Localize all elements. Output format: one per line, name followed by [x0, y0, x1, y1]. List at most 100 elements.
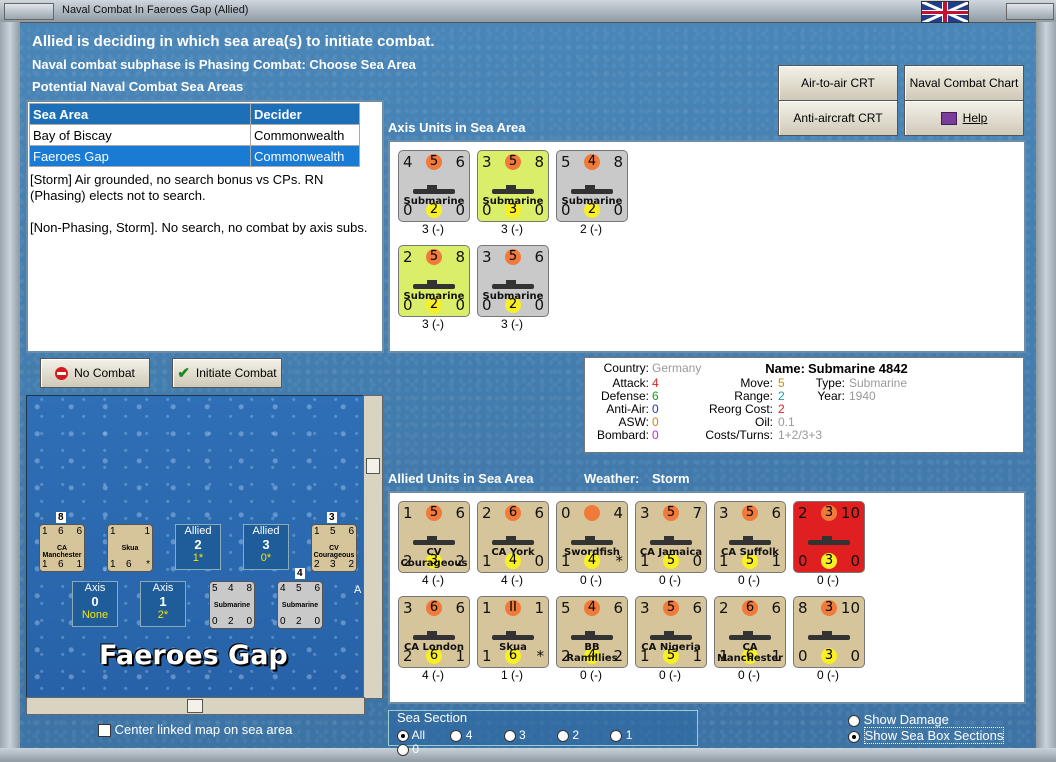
map-horizontal-scrollbar[interactable]: [26, 697, 365, 715]
show-sections-option[interactable]: Show Sea Box Sections: [848, 727, 1005, 744]
center-linked-checkbox[interactable]: [98, 724, 111, 738]
counter-value: 0: [561, 504, 571, 522]
unit-counter[interactable]: 3 8 0 0 5 3 Submarine: [477, 150, 549, 222]
radio-dot[interactable]: [848, 730, 860, 743]
radio-dot[interactable]: [557, 729, 570, 742]
unit-counter[interactable]: 0 4 1 * 4 Swordfish: [556, 501, 628, 573]
center-linked-option[interactable]: Center linked map on sea area: [98, 722, 293, 738]
weather-value: Storm: [652, 471, 690, 486]
axis-box-1[interactable]: Axis 0 None: [72, 581, 118, 627]
radio-dot[interactable]: [450, 729, 463, 742]
sea-map[interactable]: 1 6 6 CA Manchester 1 6 1 1 1 Skua 1 6 * 1 5 6 CV Courag…: [26, 395, 364, 699]
frame-left: [0, 22, 20, 762]
counter-name: CA Manchester: [716, 642, 784, 664]
unit-counter[interactable]: 3 7 1 0 5 5 CA Jamaica: [635, 501, 707, 573]
map-unit-counter[interactable]: 1 1 Skua 1 6 *: [107, 524, 153, 572]
counter-name: CA Suffolk: [721, 547, 779, 558]
axis-box-2[interactable]: Axis 1 2*: [140, 581, 186, 627]
map-unit-value: 4: [228, 583, 234, 594]
map-vertical-scrollbar[interactable]: [363, 395, 383, 699]
no-combat-button[interactable]: No Combat: [40, 358, 150, 388]
map-unit-counter[interactable]: 1 6 6 CA Manchester 1 6 1: [39, 524, 85, 572]
counter-label: 2 (-): [580, 222, 602, 236]
help-button[interactable]: Help: [904, 100, 1024, 136]
radio-dot[interactable]: [848, 714, 860, 727]
potential-areas-label: Potential Naval Combat Sea Areas: [32, 79, 244, 94]
unit-counter[interactable]: 5 8 0 0 4 2 Submarine: [556, 150, 628, 222]
counter-value: 1: [534, 599, 544, 617]
naval-combat-chart-button[interactable]: Naval Combat Chart: [904, 65, 1024, 101]
unit-counter[interactable]: 3 6 2 1 6 6 CA London: [398, 596, 470, 668]
radio-dot[interactable]: [397, 743, 409, 756]
map-unit-value: 6: [58, 526, 64, 537]
stack-count: 4: [295, 568, 305, 579]
radio-4[interactable]: 4: [450, 728, 500, 742]
unit-counter[interactable]: 2 6 1 0 6 4 CA York: [477, 501, 549, 573]
counter-value: 7: [692, 504, 702, 522]
unit-counter[interactable]: 4 6 0 0 5 2 Submarine: [398, 150, 470, 222]
allied-section-title: Allied Units in Sea Area: [388, 471, 534, 486]
counter-name: CA Nigeria: [641, 642, 701, 653]
radio-1[interactable]: 1: [610, 728, 660, 742]
allied-box-2[interactable]: Allied 3 0*: [243, 524, 289, 570]
box-label: Allied: [184, 525, 212, 537]
allied-box-1[interactable]: Allied 2 1*: [175, 524, 221, 570]
axis-section-title: Axis Units in Sea Area: [388, 120, 526, 135]
sea-section-options: All 4 3 2 1 0: [397, 728, 697, 756]
map-unit-counter[interactable]: 1 5 6 CV Courageous 2 3 2: [311, 524, 357, 572]
unit-counter[interactable]: 1 1 1 * II 6 Skua: [477, 596, 549, 668]
ship-silhouette-icon: [413, 280, 455, 289]
map-unit-value: 3: [330, 559, 336, 570]
counter-label: 0 (-): [580, 668, 602, 682]
counter-name: Submarine: [482, 196, 544, 207]
counter-value: 10: [840, 504, 860, 522]
unit-counter[interactable]: 3 6 1 1 5 5 CA Suffolk: [714, 501, 786, 573]
counter-label: 0 (-): [817, 573, 839, 587]
col-sea-area[interactable]: Sea Area: [29, 103, 251, 125]
col-decider[interactable]: Decider: [250, 103, 360, 125]
map-unit-value: 1: [110, 526, 116, 537]
map-unit-counter[interactable]: 4 5 6 Submarine 0 2 0: [277, 581, 323, 629]
unit-counter[interactable]: 3 6 0 0 5 2 Submarine: [477, 245, 549, 317]
show-sections-label: Show Sea Box Sections: [863, 727, 1005, 744]
cell-decider: Commonwealth: [250, 145, 360, 167]
table-row[interactable]: Bay of Biscay Commonwealth: [29, 124, 360, 146]
system-menu-button[interactable]: [4, 3, 54, 20]
radio-0[interactable]: 0: [397, 742, 437, 756]
unit-counter[interactable]: 2 8 0 0 5 2 Submarine: [398, 245, 470, 317]
scroll-thumb[interactable]: [366, 458, 380, 474]
table-row-selected[interactable]: Faeroes Gap Commonwealth: [29, 145, 360, 167]
radio-3[interactable]: 3: [503, 728, 554, 742]
air-to-air-crt-button[interactable]: Air-to-air CRT: [778, 65, 898, 101]
radio-dot[interactable]: [397, 729, 409, 742]
radio-dot[interactable]: [503, 729, 516, 742]
anti-aircraft-crt-button[interactable]: Anti-aircraft CRT: [778, 100, 898, 136]
unit-counter[interactable]: 2 6 1 1 6 6 CA Manchester: [714, 596, 786, 668]
map-unit-value: 5: [212, 583, 218, 594]
map-unit-counter[interactable]: 5 4 8 Submarine 0 2 0: [209, 581, 255, 629]
radio-2[interactable]: 2: [557, 728, 607, 742]
info-value: 0: [652, 428, 659, 442]
info-key: Attack:: [612, 376, 649, 390]
weather-label: Weather:: [584, 471, 640, 486]
initiate-combat-button[interactable]: ✔ Initiate Combat: [172, 358, 282, 388]
counter-label: 4 (-): [422, 573, 444, 587]
unit-counter[interactable]: 3 6 1 1 5 5 CA Nigeria: [635, 596, 707, 668]
box-num: 0: [91, 594, 99, 609]
unit-counter[interactable]: 8 10 0 0 3 3: [793, 596, 865, 668]
unit-counter[interactable]: 1 6 2 2 5 3 CV Courageous: [398, 501, 470, 573]
window-title: Naval Combat In Faeroes Gap (Allied): [62, 4, 249, 16]
radio-dot[interactable]: [610, 729, 623, 742]
show-damage-option[interactable]: Show Damage: [848, 712, 949, 727]
scroll-thumb[interactable]: [187, 699, 203, 713]
center-linked-label: Center linked map on sea area: [114, 722, 293, 737]
close-button[interactable]: [1006, 3, 1054, 20]
counter-value: 3: [482, 153, 492, 171]
unit-counter[interactable]: 2 10 0 0 3 3: [793, 501, 865, 573]
map-unit-value: 1: [42, 526, 48, 537]
radio-all[interactable]: All: [397, 728, 447, 742]
map-area-name: Faeroes Gap: [99, 640, 288, 671]
unit-counter[interactable]: 5 6 2 2 4 4 BB Ramillies: [556, 596, 628, 668]
info-value: Submarine: [849, 376, 908, 390]
ship-silhouette-icon: [650, 536, 692, 545]
